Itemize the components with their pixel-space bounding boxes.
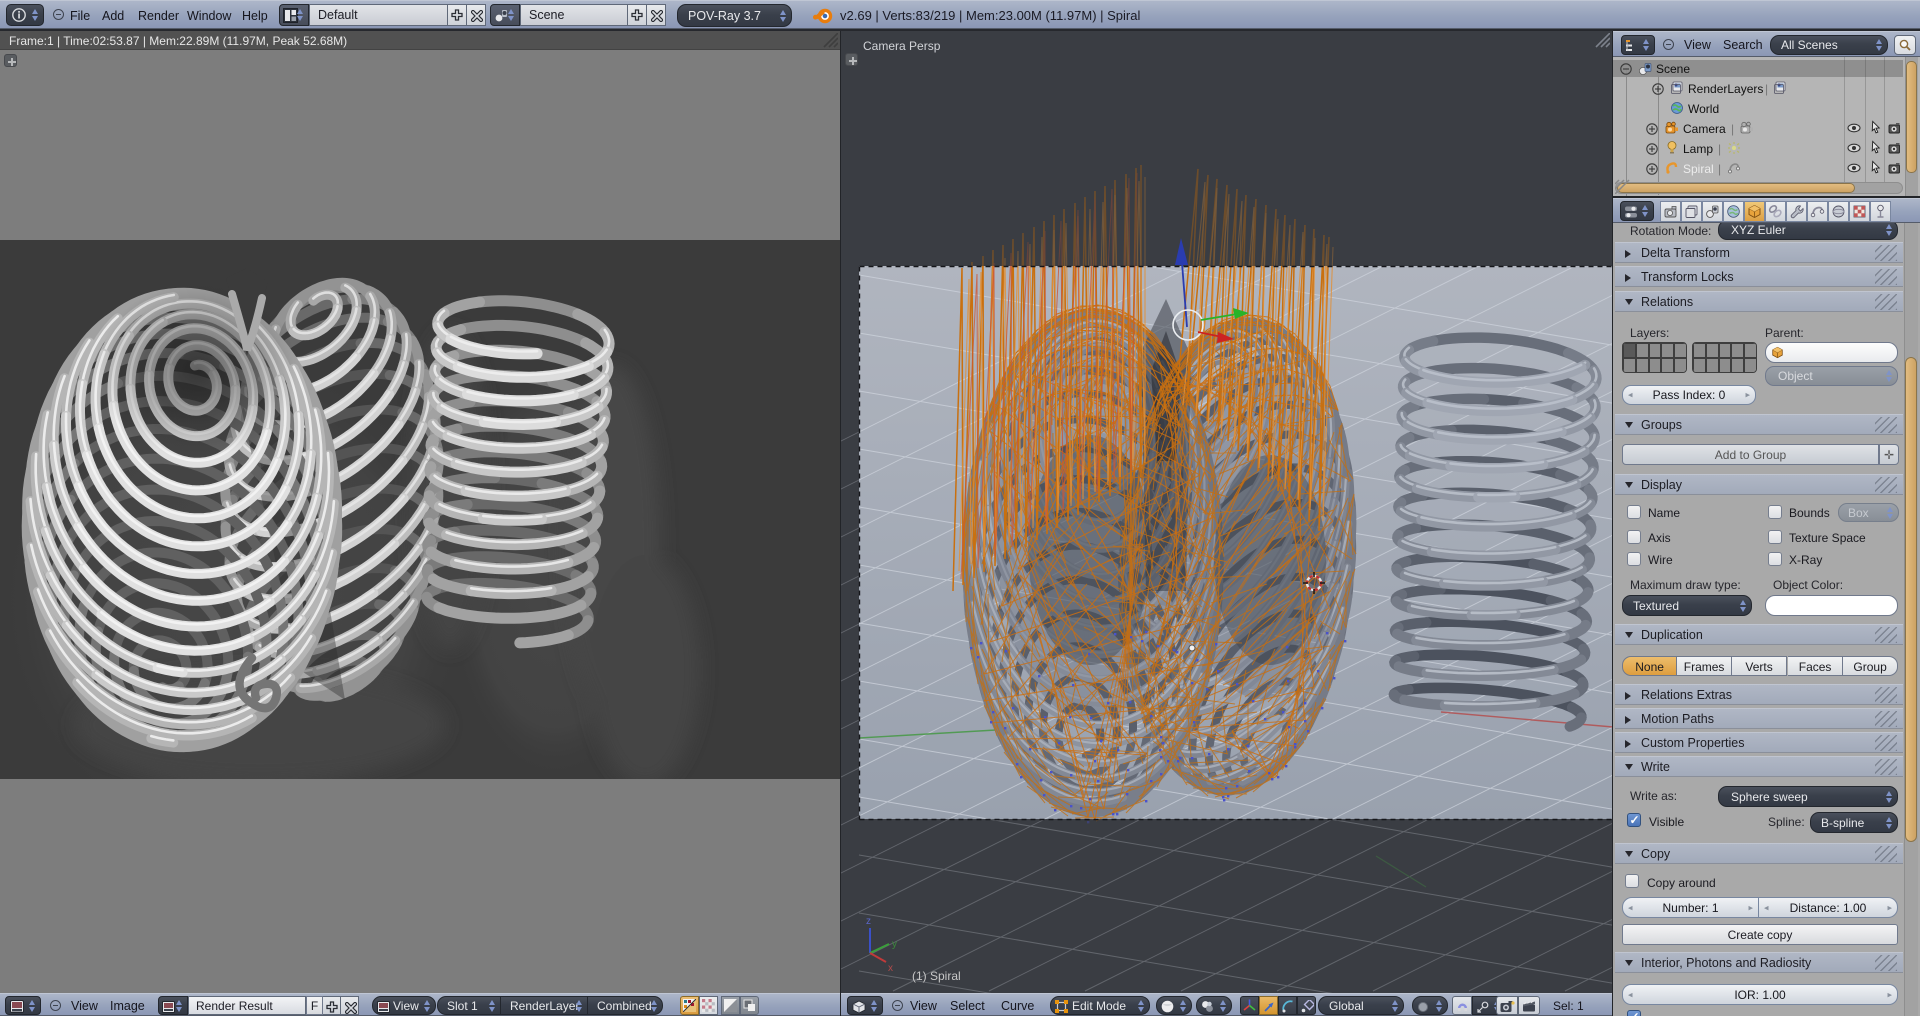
svg-text:(1) Spiral: (1) Spiral xyxy=(912,969,961,983)
svg-text:y: y xyxy=(892,939,897,950)
svg-text:z: z xyxy=(866,916,871,927)
svg-text:Camera Persp: Camera Persp xyxy=(863,39,941,53)
svg-text:x: x xyxy=(888,963,893,974)
